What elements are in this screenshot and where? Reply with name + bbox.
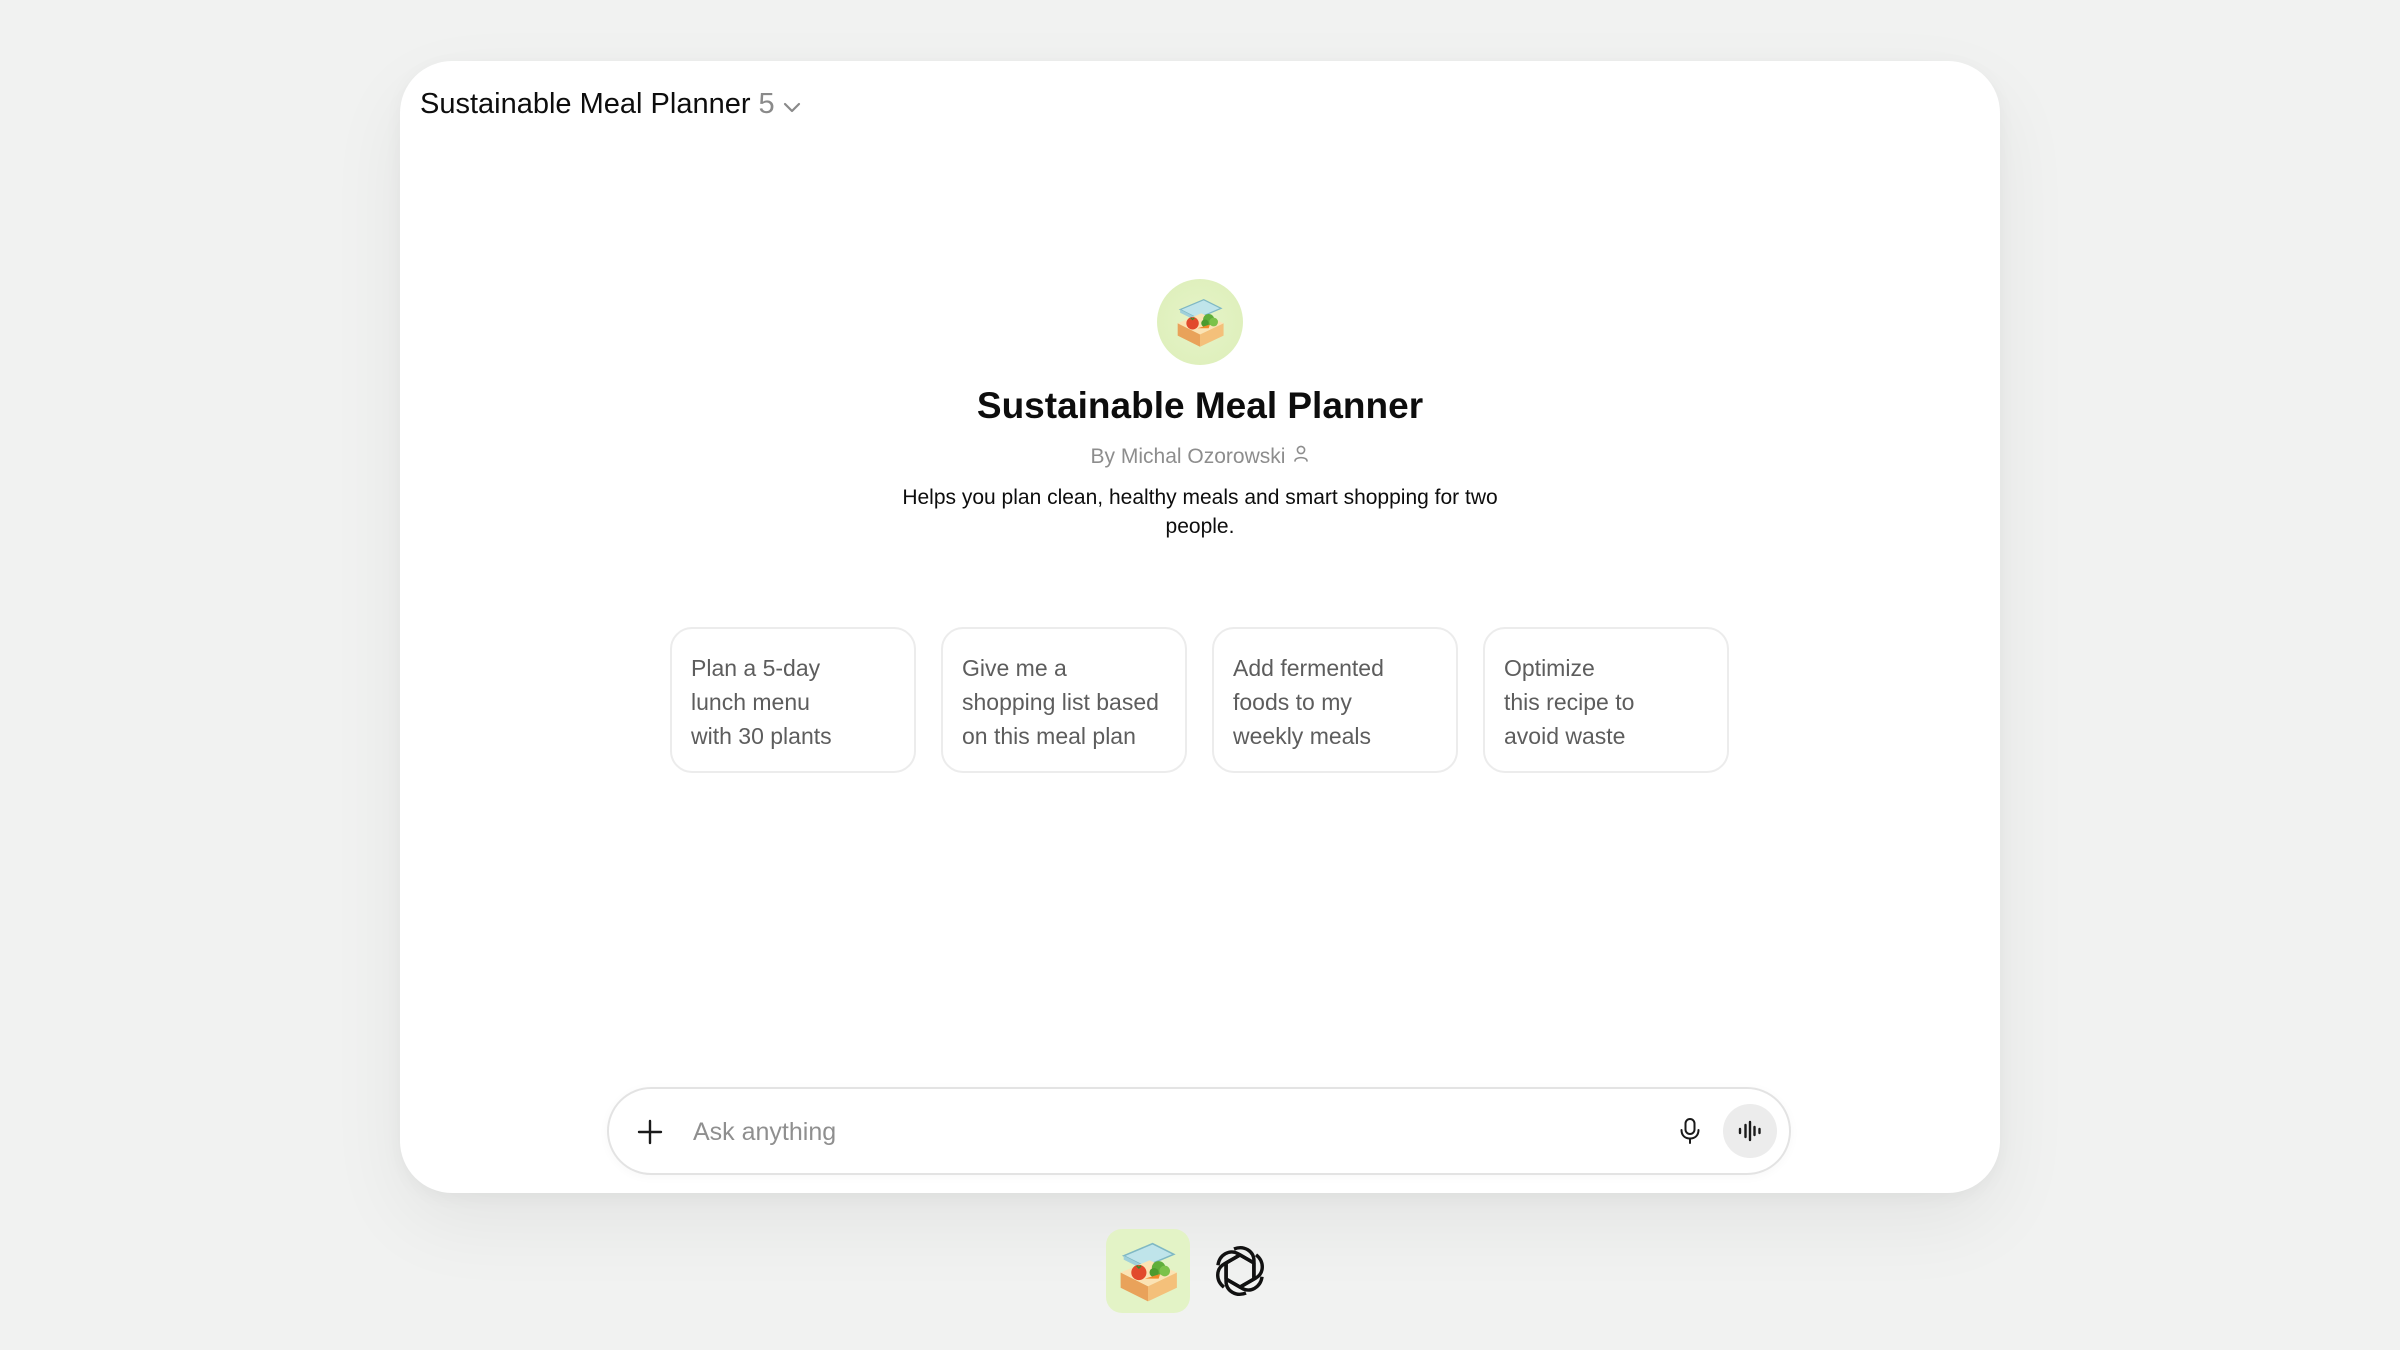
chat-window: Sustainable Meal Planner 5 Sustainable M… [400, 61, 2000, 1193]
waveform-icon [1738, 1120, 1761, 1142]
message-input[interactable] [691, 1111, 1595, 1153]
gpt-description: Helps you plan clean, healthy meals and … [902, 486, 1498, 538]
chevron-down-icon [783, 89, 801, 122]
gpt-app-icon[interactable] [1106, 1229, 1190, 1313]
voice-mode-button[interactable] [1723, 1104, 1777, 1158]
person-icon [1293, 445, 1309, 469]
lunchbox-icon [1110, 1233, 1186, 1309]
model-version: 5 [758, 88, 775, 120]
composer [607, 1087, 1791, 1175]
lunchbox-icon [1157, 279, 1243, 365]
author-name: By Michal Ozorowski [1090, 445, 1286, 468]
gpt-author: By Michal Ozorowski [1091, 445, 1310, 469]
gpt-intro: Sustainable Meal Planner By Michal Ozoro… [400, 279, 2000, 541]
starter-card[interactable]: Optimize this recipe to avoid waste [1483, 627, 1729, 773]
starter-card[interactable]: Give me a shopping list based on this me… [941, 627, 1187, 773]
model-name: Sustainable Meal Planner [420, 88, 751, 120]
model-picker[interactable]: Sustainable Meal Planner 5 [420, 87, 801, 122]
starter-card[interactable]: Add fermented foods to my weekly meals [1212, 627, 1458, 773]
gpt-title: Sustainable Meal Planner [976, 385, 1424, 426]
starter-card[interactable]: Plan a 5-day lunch menu with 30 plants [670, 627, 916, 773]
microphone-icon[interactable] [1675, 1116, 1705, 1146]
dock [1106, 1229, 1272, 1313]
conversation-starters: Plan a 5-day lunch menu with 30 plants G… [670, 627, 1729, 773]
plus-icon[interactable] [635, 1117, 665, 1147]
openai-logo-icon[interactable] [1208, 1239, 1272, 1303]
